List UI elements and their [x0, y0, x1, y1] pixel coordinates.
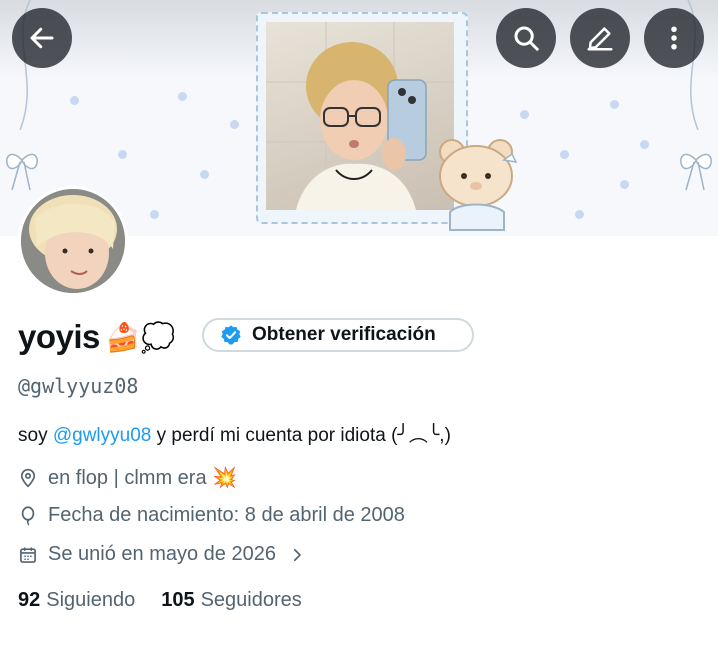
profile-avatar[interactable]: [18, 186, 128, 296]
avatar-illustration: [21, 189, 125, 293]
get-verified-label: Obtener verificación: [252, 324, 436, 345]
followers-label: Seguidores: [200, 589, 302, 611]
profile-birthday: Fecha de nacimiento: 8 de abril de 2008: [18, 504, 405, 527]
banner-dot: [560, 150, 569, 159]
banner-dot: [150, 210, 159, 219]
name-row: yoyis 🍰💭: [18, 316, 176, 358]
bear-sticker-icon: [439, 139, 518, 231]
banner-dot: [620, 180, 629, 189]
more-options-button[interactable]: [644, 8, 704, 68]
following-label: Siguiendo: [46, 589, 136, 611]
following-count: 92: [18, 589, 41, 611]
bio-suffix: y perdí mi cuenta por idiota (╯︵╰,): [151, 425, 451, 446]
location-pin-icon: [20, 468, 36, 488]
ribbon-right-icon: [680, 153, 712, 191]
chevron-right-icon: [293, 548, 301, 561]
followers-count: 105: [161, 589, 195, 611]
banner-dot: [575, 210, 584, 219]
bio-prefix: soy: [18, 425, 53, 446]
profile-joined[interactable]: Se unió en mayo de 2026: [18, 543, 316, 566]
balloon-icon: [21, 505, 35, 526]
joined-text: Se unió en mayo de 2026: [48, 543, 276, 565]
back-button[interactable]: [12, 8, 72, 68]
display-name: yoyis: [18, 318, 100, 355]
search-button[interactable]: [496, 8, 556, 68]
name-emojis: 🍰💭: [105, 320, 176, 354]
bio-mention-link[interactable]: @gwlyyu08: [53, 425, 152, 446]
profile-bio: soy @gwlyyu08 y perdí mi cuenta por idio…: [18, 420, 451, 447]
banner-photo: [266, 22, 454, 210]
edit-button[interactable]: [570, 8, 630, 68]
verified-badge-icon: [221, 325, 241, 345]
vertical-ellipsis-icon: [671, 26, 677, 50]
following-link[interactable]: 92 Siguiendo: [18, 589, 135, 612]
banner-dot: [640, 140, 649, 149]
banner-dot: [118, 150, 127, 159]
calendar-icon: [20, 547, 36, 563]
birthday-text: Fecha de nacimiento: 8 de abril de 2008: [48, 504, 405, 526]
banner-dot: [230, 120, 239, 129]
get-verified-button[interactable]: Obtener verificación: [202, 318, 474, 352]
banner-dot: [178, 92, 187, 101]
user-handle: @gwlyyuz08: [18, 374, 139, 398]
search-icon: [514, 26, 539, 51]
pencil-icon: [587, 27, 613, 51]
arrow-left-icon: [30, 27, 54, 49]
profile-location: en flop | clmm era 💥: [18, 465, 237, 490]
followers-link[interactable]: 105 Seguidores: [161, 589, 302, 612]
location-text: en flop | clmm era 💥: [48, 467, 238, 489]
banner-dot: [520, 110, 529, 119]
banner-dot: [610, 100, 619, 109]
follow-stats: 92 Siguiendo 105 Seguidores: [18, 589, 302, 612]
banner-dot: [70, 96, 79, 105]
banner-dot: [200, 170, 209, 179]
selfie-illustration: [266, 22, 454, 210]
ribbon-left-icon: [6, 153, 38, 191]
